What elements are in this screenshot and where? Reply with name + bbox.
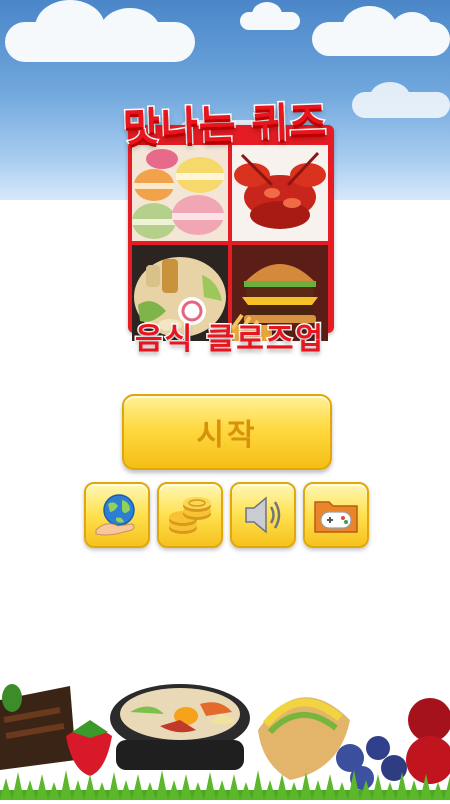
lobster-image bbox=[232, 145, 328, 241]
game-title: 맛나는 퀴즈 bbox=[121, 97, 329, 153]
macarons-image bbox=[132, 145, 228, 241]
game-subtitle: 음식 클로즈업 bbox=[133, 321, 326, 359]
coins-icon bbox=[169, 497, 211, 534]
coins-button[interactable] bbox=[157, 482, 223, 548]
start-button-label: 시작 bbox=[196, 418, 258, 453]
sound-toggle-button[interactable] bbox=[230, 482, 296, 548]
start-button[interactable]: 시작 bbox=[122, 394, 332, 470]
folder-gamepad-icon bbox=[314, 501, 358, 533]
cloud bbox=[240, 2, 300, 30]
share-button[interactable] bbox=[84, 482, 150, 548]
game-logo bbox=[128, 125, 334, 341]
more-games-button[interactable] bbox=[303, 482, 369, 548]
speaker-icon bbox=[245, 496, 281, 534]
food-grass-decoration bbox=[0, 640, 450, 800]
cloud bbox=[5, 0, 195, 62]
globe-hand-icon bbox=[95, 494, 135, 536]
cloud bbox=[312, 6, 450, 56]
